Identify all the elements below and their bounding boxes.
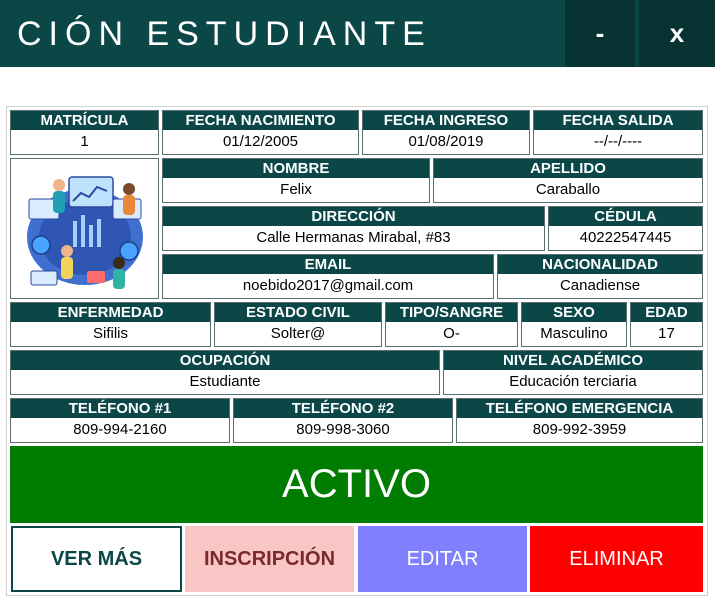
student-photo: [10, 158, 159, 299]
sexo-value: Masculino: [540, 325, 608, 342]
nombre-label: NOMBRE: [163, 159, 429, 178]
enfermedad-value: Sifilis: [92, 325, 128, 342]
ocupacion-label: OCUPACIÓN: [11, 351, 439, 370]
status-banner: ACTIVO: [10, 446, 703, 523]
title-bar: CIÓN ESTUDIANTE - x: [0, 0, 715, 67]
field-edad: EDAD 17: [630, 302, 703, 347]
field-fecha-ingreso: FECHA INGRESO 01/08/2019: [362, 110, 530, 155]
nivel-academico-value: Educación terciaria: [509, 373, 637, 390]
direccion-label: DIRECCIÓN: [163, 207, 544, 226]
estado-civil-value: Solter@: [270, 325, 326, 342]
matricula-value: 1: [80, 133, 89, 150]
fecha-salida-label: FECHA SALIDA: [534, 111, 702, 130]
email-value: noebido2017@gmail.com: [242, 277, 414, 294]
email-label: EMAIL: [163, 255, 493, 274]
matricula-label: MATRÍCULA: [11, 111, 158, 130]
telefono-2-value: 809-998-3060: [296, 421, 390, 438]
field-direccion: DIRECCIÓN Calle Hermanas Mirabal, #83: [162, 206, 545, 251]
fecha-nacimiento-label: FECHA NACIMIENTO: [163, 111, 358, 130]
cedula-label: CÉDULA: [549, 207, 702, 226]
field-cedula: CÉDULA 40222547445: [548, 206, 703, 251]
telefono-1-label: TELÉFONO #1: [11, 399, 229, 418]
edad-label: EDAD: [631, 303, 702, 322]
telefono-emergencia-label: TELÉFONO EMERGENCIA: [457, 399, 702, 418]
inscripcion-button[interactable]: INSCRIPCIÓN: [185, 526, 354, 592]
ver-mas-button[interactable]: VER MÁS: [11, 526, 182, 592]
nacionalidad-value: Canadiense: [559, 277, 641, 294]
window-title: CIÓN ESTUDIANTE: [17, 15, 432, 53]
telefono-emergencia-value: 809-992-3959: [532, 421, 627, 438]
field-fecha-salida: FECHA SALIDA --/--/----: [533, 110, 703, 155]
nivel-academico-label: NIVEL ACADÉMICO: [444, 351, 702, 370]
sexo-label: SEXO: [522, 303, 626, 322]
field-nacionalidad: NACIONALIDAD Canadiense: [497, 254, 703, 299]
fecha-nacimiento-value: 01/12/2005: [222, 133, 299, 150]
tipo-sangre-label: TIPO/SANGRE: [386, 303, 517, 322]
edad-value: 17: [658, 325, 675, 342]
fecha-ingreso-value: 01/08/2019: [408, 133, 484, 150]
enfermedad-label: ENFERMEDAD: [11, 303, 210, 322]
minimize-button[interactable]: -: [565, 0, 635, 67]
telefono-2-label: TELÉFONO #2: [234, 399, 452, 418]
field-telefono-emergencia: TELÉFONO EMERGENCIA 809-992-3959: [456, 398, 703, 443]
fecha-salida-value: --/--/----: [593, 133, 643, 150]
field-email: EMAIL noebido2017@gmail.com: [162, 254, 494, 299]
field-tipo-sangre: TIPO/SANGRE O-: [385, 302, 518, 347]
close-button[interactable]: x: [639, 0, 715, 67]
field-enfermedad: ENFERMEDAD Sifilis: [10, 302, 211, 347]
eliminar-button[interactable]: ELIMINAR: [530, 526, 703, 592]
nombre-value: Felix: [280, 181, 312, 198]
cedula-value: 40222547445: [579, 229, 672, 246]
telefono-1-value: 809-994-2160: [73, 421, 167, 438]
direccion-value: Calle Hermanas Mirabal, #83: [256, 229, 451, 246]
student-illustration-icon: [27, 176, 143, 289]
field-sexo: SEXO Masculino: [521, 302, 627, 347]
estado-civil-label: ESTADO CIVIL: [215, 303, 381, 322]
nacionalidad-label: NACIONALIDAD: [498, 255, 702, 274]
field-apellido: APELLIDO Caraballo: [433, 158, 703, 203]
ocupacion-value: Estudiante: [189, 373, 261, 390]
field-telefono-1: TELÉFONO #1 809-994-2160: [10, 398, 230, 443]
field-nombre: NOMBRE Felix: [162, 158, 430, 203]
field-ocupacion: OCUPACIÓN Estudiante: [10, 350, 440, 395]
field-fecha-nacimiento: FECHA NACIMIENTO 01/12/2005: [162, 110, 359, 155]
editar-button[interactable]: EDITAR: [358, 526, 527, 592]
field-telefono-2: TELÉFONO #2 809-998-3060: [233, 398, 453, 443]
apellido-value: Caraballo: [535, 181, 601, 198]
tipo-sangre-value: O-: [443, 325, 460, 342]
field-estado-civil: ESTADO CIVIL Solter@: [214, 302, 382, 347]
apellido-label: APELLIDO: [434, 159, 702, 178]
field-matricula: MATRÍCULA 1: [10, 110, 159, 155]
field-nivel-academico: NIVEL ACADÉMICO Educación terciaria: [443, 350, 703, 395]
fecha-ingreso-label: FECHA INGRESO: [363, 111, 529, 130]
